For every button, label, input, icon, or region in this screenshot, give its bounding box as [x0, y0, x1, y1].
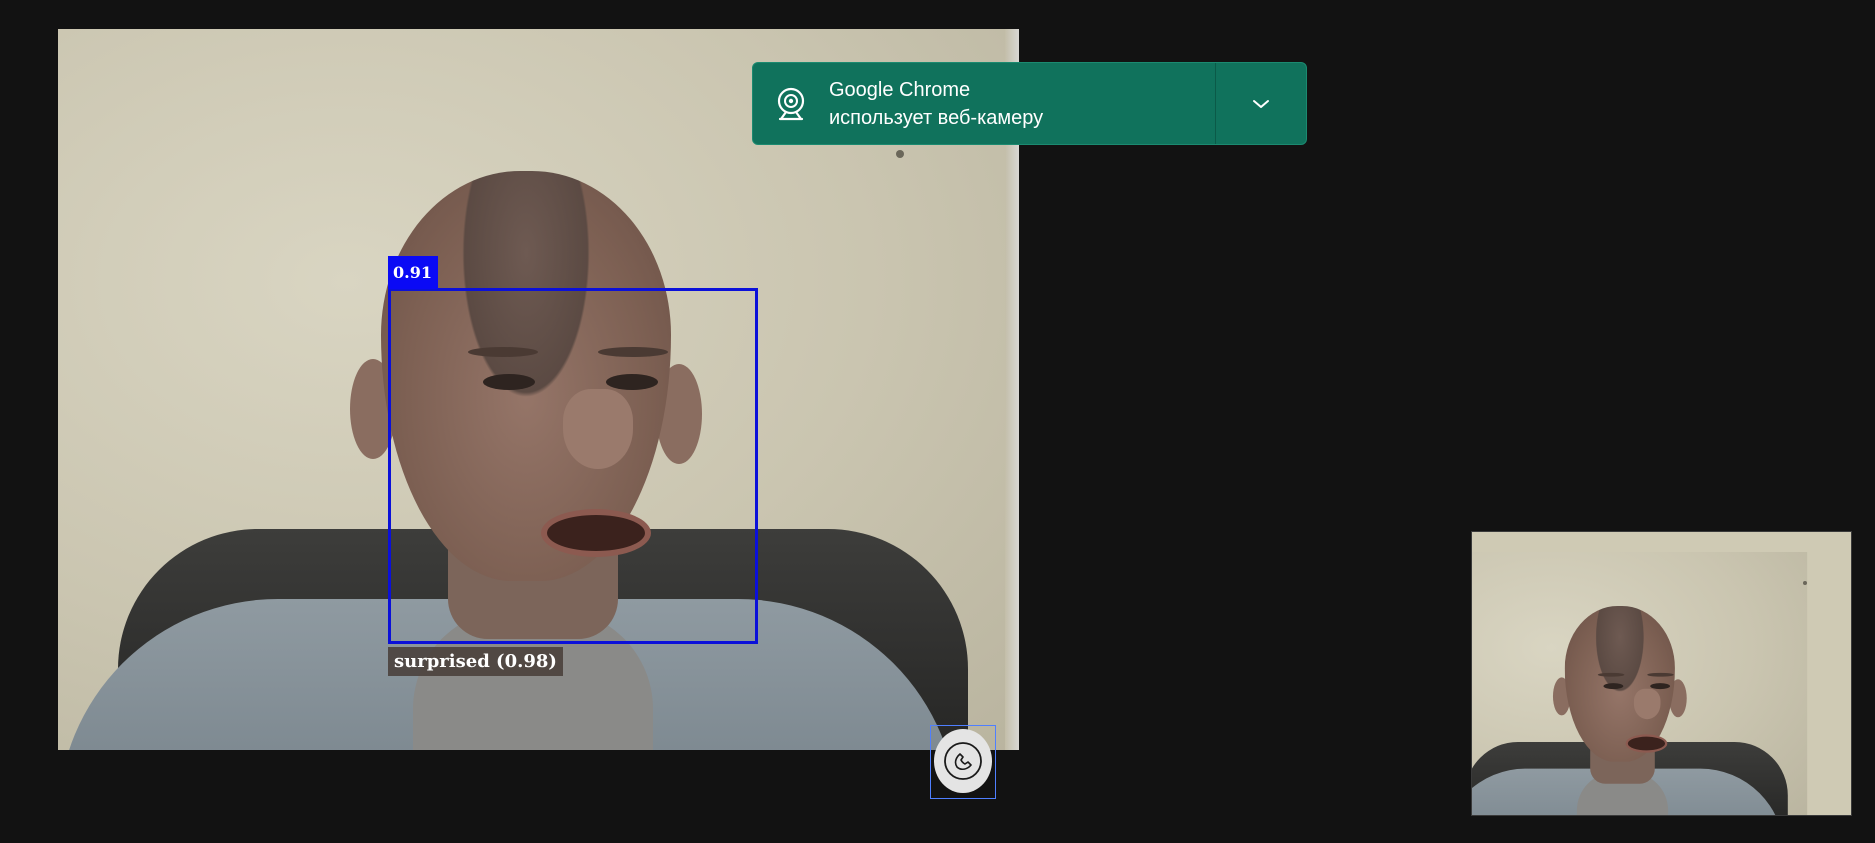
- notification-message: использует веб-камеру: [829, 106, 1044, 129]
- face-detection-box: [388, 288, 758, 644]
- notification-title: Google Chrome: [829, 78, 971, 101]
- self-video-preview[interactable]: [1471, 531, 1852, 816]
- end-call-button[interactable]: [934, 729, 992, 793]
- webcam-icon: [753, 63, 829, 144]
- chevron-down-icon: [1253, 99, 1269, 108]
- phone-icon: [944, 742, 982, 780]
- emotion-label: surprised (0.98): [388, 647, 563, 676]
- expand-notification-button[interactable]: [1216, 63, 1306, 144]
- notification-text: Google Chrome использует веб-камеру: [829, 76, 1215, 132]
- webcam-notification[interactable]: Google Chrome использует веб-камеру: [752, 62, 1307, 145]
- detection-score: 0.91: [388, 256, 438, 289]
- video-call-screen: 0.91 surprised (0.98) Google Chrome испо…: [0, 0, 1875, 843]
